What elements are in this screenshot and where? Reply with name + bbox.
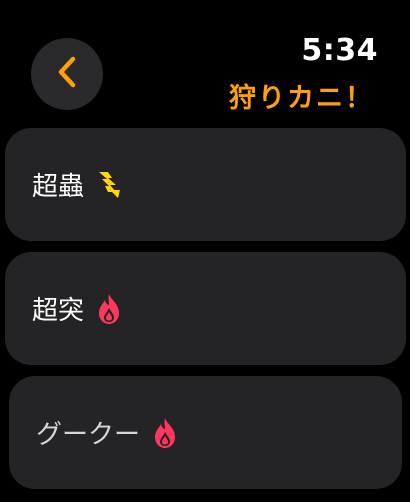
flame-icon [152,417,178,449]
page-title: 狩りカニ！ [229,83,374,114]
list-item-chototsu[interactable]: 超突 [5,252,406,365]
list-item-chouchu[interactable]: 超蟲 [5,128,406,241]
list-item-label: グークー [36,420,141,450]
flame-icon [96,293,122,325]
status-time: 5:34 [301,33,378,68]
chevron-left-icon [55,55,79,93]
list-item-label: 超蟲 [32,172,85,202]
list-item-gukuu[interactable]: グークー [9,376,402,489]
back-button[interactable] [31,38,103,110]
lightning-icon [96,170,122,200]
list-item-label: 超突 [32,296,85,326]
